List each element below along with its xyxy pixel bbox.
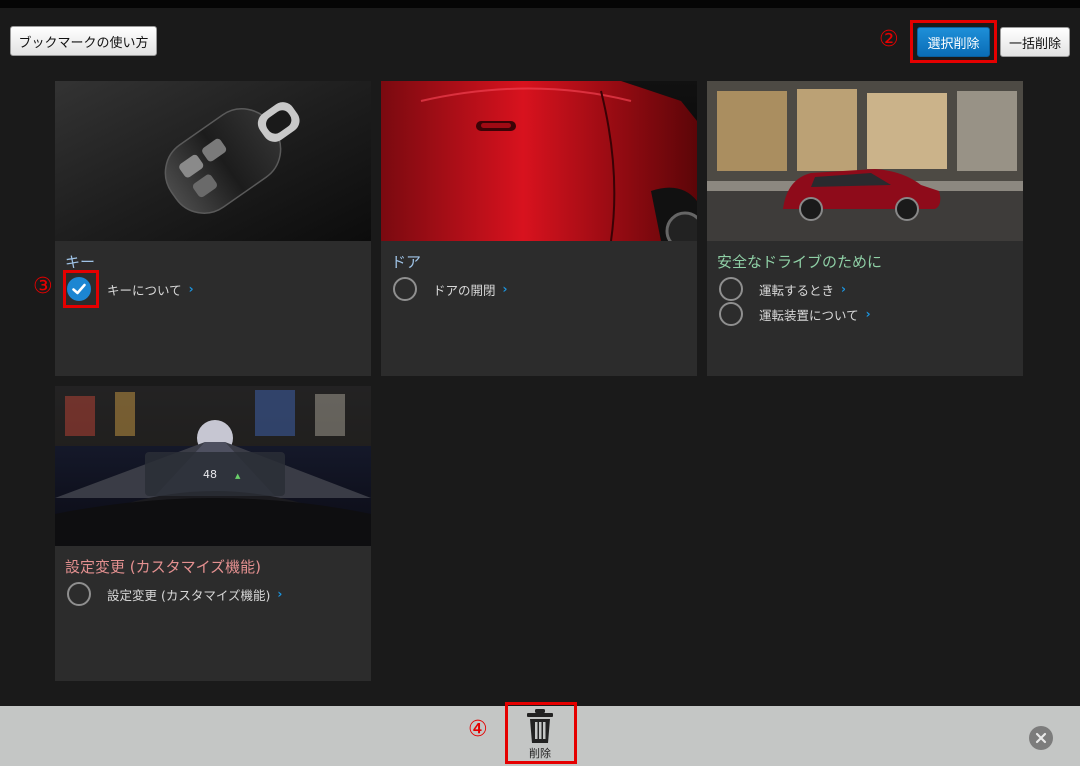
street-photo <box>707 81 1023 241</box>
bookmark-item-driving-controls[interactable]: 運転装置について › <box>719 302 871 326</box>
card-title-key: キー <box>65 253 96 271</box>
chevron-right-icon: › <box>188 282 194 296</box>
card-title-door: ドア <box>391 253 422 271</box>
close-button[interactable] <box>1029 726 1053 750</box>
bookmark-item-when-driving[interactable]: 運転するとき › <box>719 277 846 301</box>
chevron-right-icon: › <box>841 282 846 296</box>
bookmark-card-customize: 48 ▲ 設定変更 (カスタマイズ機能) 設定変更 (カスタマイズ機能) › <box>55 386 371 681</box>
item-label: ドアの開閉 <box>433 282 496 298</box>
bookmark-screen: ブックマークの使い方 選択削除 一括削除 ② キー キーについて › ③ ドア … <box>0 0 1080 766</box>
item-checkbox-unchecked[interactable] <box>719 277 743 301</box>
chevron-right-icon: › <box>277 587 283 601</box>
chevron-right-icon: › <box>865 307 871 321</box>
close-icon <box>1035 732 1047 744</box>
key-photo <box>55 81 371 241</box>
item-label: 設定変更 (カスタマイズ機能) <box>107 587 271 603</box>
top-strip <box>0 0 1080 8</box>
bulk-delete-button[interactable]: 一括削除 <box>1000 27 1070 57</box>
card-title-safe-driving: 安全なドライブのために <box>717 253 883 271</box>
chevron-right-icon: › <box>502 282 508 296</box>
bookmark-card-door: ドア ドアの開閉 › <box>381 81 697 376</box>
annotation-box-delete <box>505 702 577 764</box>
hud-photo: 48 ▲ <box>55 386 371 546</box>
card-title-customize: 設定変更 (カスタマイズ機能) <box>65 558 262 576</box>
hud-signal-text: ▲ <box>235 472 241 480</box>
annotation-marker-3: ③ <box>33 274 53 299</box>
item-checkbox-unchecked[interactable] <box>67 582 91 606</box>
annotation-marker-4: ④ <box>468 717 488 742</box>
bookmark-card-key: キー キーについて › <box>55 81 371 376</box>
select-delete-button[interactable]: 選択削除 <box>917 27 990 57</box>
item-checkbox-unchecked[interactable] <box>719 302 743 326</box>
annotation-marker-2: ② <box>879 27 899 52</box>
door-photo <box>381 81 697 241</box>
item-label: キーについて <box>107 282 182 298</box>
item-label: 運転するとき <box>759 282 835 298</box>
bookmark-card-safe-driving: 安全なドライブのために 運転するとき › 運転装置について › <box>707 81 1023 376</box>
bookmark-item-door-open-close[interactable]: ドアの開閉 › <box>393 277 507 301</box>
hud-speed-text: 48 <box>203 468 217 481</box>
bookmark-howto-button[interactable]: ブックマークの使い方 <box>10 26 157 56</box>
bookmark-item-customize[interactable]: 設定変更 (カスタマイズ機能) › <box>67 582 282 606</box>
bottom-action-bar: ④ 削除 <box>0 702 1080 766</box>
annotation-box-checkbox <box>63 270 99 308</box>
item-checkbox-unchecked[interactable] <box>393 277 417 301</box>
item-label: 運転装置について <box>759 307 859 323</box>
